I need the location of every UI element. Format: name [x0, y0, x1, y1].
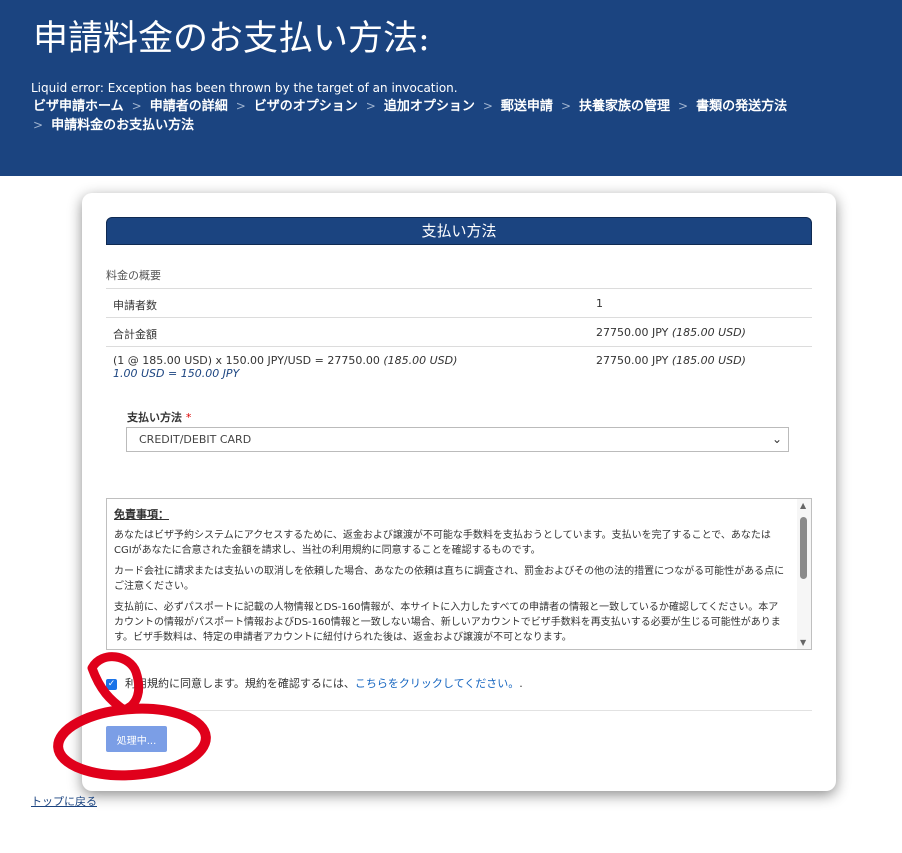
breadcrumb: ビザ申請ホーム > 申請者の詳細 > ビザのオプション > 追加オプション > 郵送申請 > 扶養家… [33, 97, 813, 135]
breadcrumb-additional-options[interactable]: 追加オプション [384, 99, 475, 114]
calc-usd: (185.00 USD) [383, 354, 458, 367]
payment-card: 支払い方法 料金の概要 申請者数 1 合計金額 27750.00 JPY (18… [82, 193, 836, 791]
breadcrumb-visa-options[interactable]: ビザのオプション [254, 99, 358, 114]
section-title: 支払い方法 [106, 217, 812, 245]
process-button[interactable]: 処理中... [106, 726, 167, 752]
fee-summary-caption: 料金の概要 [106, 269, 161, 282]
total-jpy: 27750.00 JPY [596, 326, 669, 339]
page-header: 申請料金のお支払い方法: Liquid error: Exception has… [0, 0, 902, 176]
calc-value-usd: (185.00 USD) [671, 354, 746, 367]
breadcrumb-separator: > [678, 99, 689, 113]
scrollbar-thumb[interactable] [800, 517, 807, 579]
divider [106, 710, 812, 711]
breadcrumb-separator: > [131, 99, 142, 113]
scroll-down-icon[interactable]: ▼ [800, 638, 806, 647]
payment-method-label: 支払い方法 * [127, 409, 191, 425]
back-to-top-link[interactable]: トップに戻る [31, 793, 97, 809]
breadcrumb-separator: > [365, 99, 376, 113]
breadcrumb-mail-application[interactable]: 郵送申請 [501, 99, 553, 114]
breadcrumb-separator: > [560, 99, 571, 113]
disclaimer-title: 免責事項： [114, 508, 169, 521]
disclaimer-paragraph: あなたはビザ予約システムにアクセスするために、返金および譲渡が不可能な手数料を支… [114, 530, 771, 556]
disclaimer-paragraph: 支払前に、必ずパスポートに記載の人物情報とDS-160情報が、本サイトに入力した… [114, 602, 781, 643]
disclaimer-box[interactable]: 免責事項： あなたはビザ予約システムにアクセスするために、返金および譲渡が不可能… [106, 498, 812, 650]
applicants-label: 申請者数 [113, 299, 157, 312]
payment-method-value: CREDIT/DEBIT CARD [139, 433, 252, 446]
applicants-value: 1 [596, 297, 603, 310]
breadcrumb-applicant-details[interactable]: 申請者の詳細 [150, 99, 228, 114]
chevron-down-icon: ⌄ [771, 432, 782, 446]
table-row: 申請者数 1 [106, 289, 812, 318]
disclaimer-scrollbar[interactable]: ▲ ▼ [797, 499, 811, 649]
breadcrumb-separator: > [482, 99, 493, 113]
required-mark: * [185, 411, 192, 424]
terms-link[interactable]: こちらをクリックしてください。 [355, 677, 519, 690]
exchange-rate-note: 1.00 USD = 150.00 JPY [113, 367, 240, 380]
scroll-up-icon[interactable]: ▲ [800, 501, 806, 510]
terms-suffix: . [519, 677, 523, 690]
disclaimer-content: 免責事項： あなたはビザ予約システムにアクセスするために、返金および譲渡が不可能… [114, 507, 787, 649]
breadcrumb-current: 申請料金のお支払い方法 [51, 118, 195, 133]
calc-value: 27750.00 JPY (185.00 USD) [596, 354, 746, 367]
error-message: Liquid error: Exception has been thrown … [31, 81, 458, 95]
total-label: 合計金額 [113, 328, 157, 341]
terms-text: 利用規約に同意します。規約を確認するには、 [125, 677, 355, 690]
calc-label: (1 @ 185.00 USD) x 150.00 JPY/USD = 2775… [113, 354, 457, 380]
breadcrumb-visa-home[interactable]: ビザ申請ホーム [33, 99, 124, 114]
fee-summary-table: 申請者数 1 合計金額 27750.00 JPY (185.00 USD) (1… [106, 288, 812, 390]
breadcrumb-document-delivery[interactable]: 書類の発送方法 [696, 99, 787, 114]
table-row: (1 @ 185.00 USD) x 150.00 JPY/USD = 2775… [106, 347, 812, 390]
breadcrumb-dependents[interactable]: 扶養家族の管理 [579, 99, 670, 114]
payment-method-label-text: 支払い方法 [127, 411, 182, 424]
calc-formula: (1 @ 185.00 USD) x 150.00 JPY/USD = 2775… [113, 354, 380, 367]
breadcrumb-separator: > [33, 118, 44, 132]
disclaimer-paragraph: カード会社に請求または支払いの取消しを依頼した場合、あなたの依頼は直ちに調査され… [114, 566, 785, 592]
checkbox-checked-icon[interactable]: ✓ [106, 678, 117, 690]
calc-jpy: 27750.00 JPY [596, 354, 669, 367]
total-value: 27750.00 JPY (185.00 USD) [596, 326, 746, 339]
total-usd: (185.00 USD) [671, 326, 746, 339]
breadcrumb-separator: > [235, 99, 246, 113]
terms-agreement: ✓ 利用規約に同意します。規約を確認するには、こちらをクリックしてください。. [106, 675, 523, 691]
table-row: 合計金額 27750.00 JPY (185.00 USD) [106, 318, 812, 347]
payment-method-select[interactable]: CREDIT/DEBIT CARD ⌄ [126, 427, 789, 452]
page-title: 申請料金のお支払い方法: [33, 19, 430, 59]
